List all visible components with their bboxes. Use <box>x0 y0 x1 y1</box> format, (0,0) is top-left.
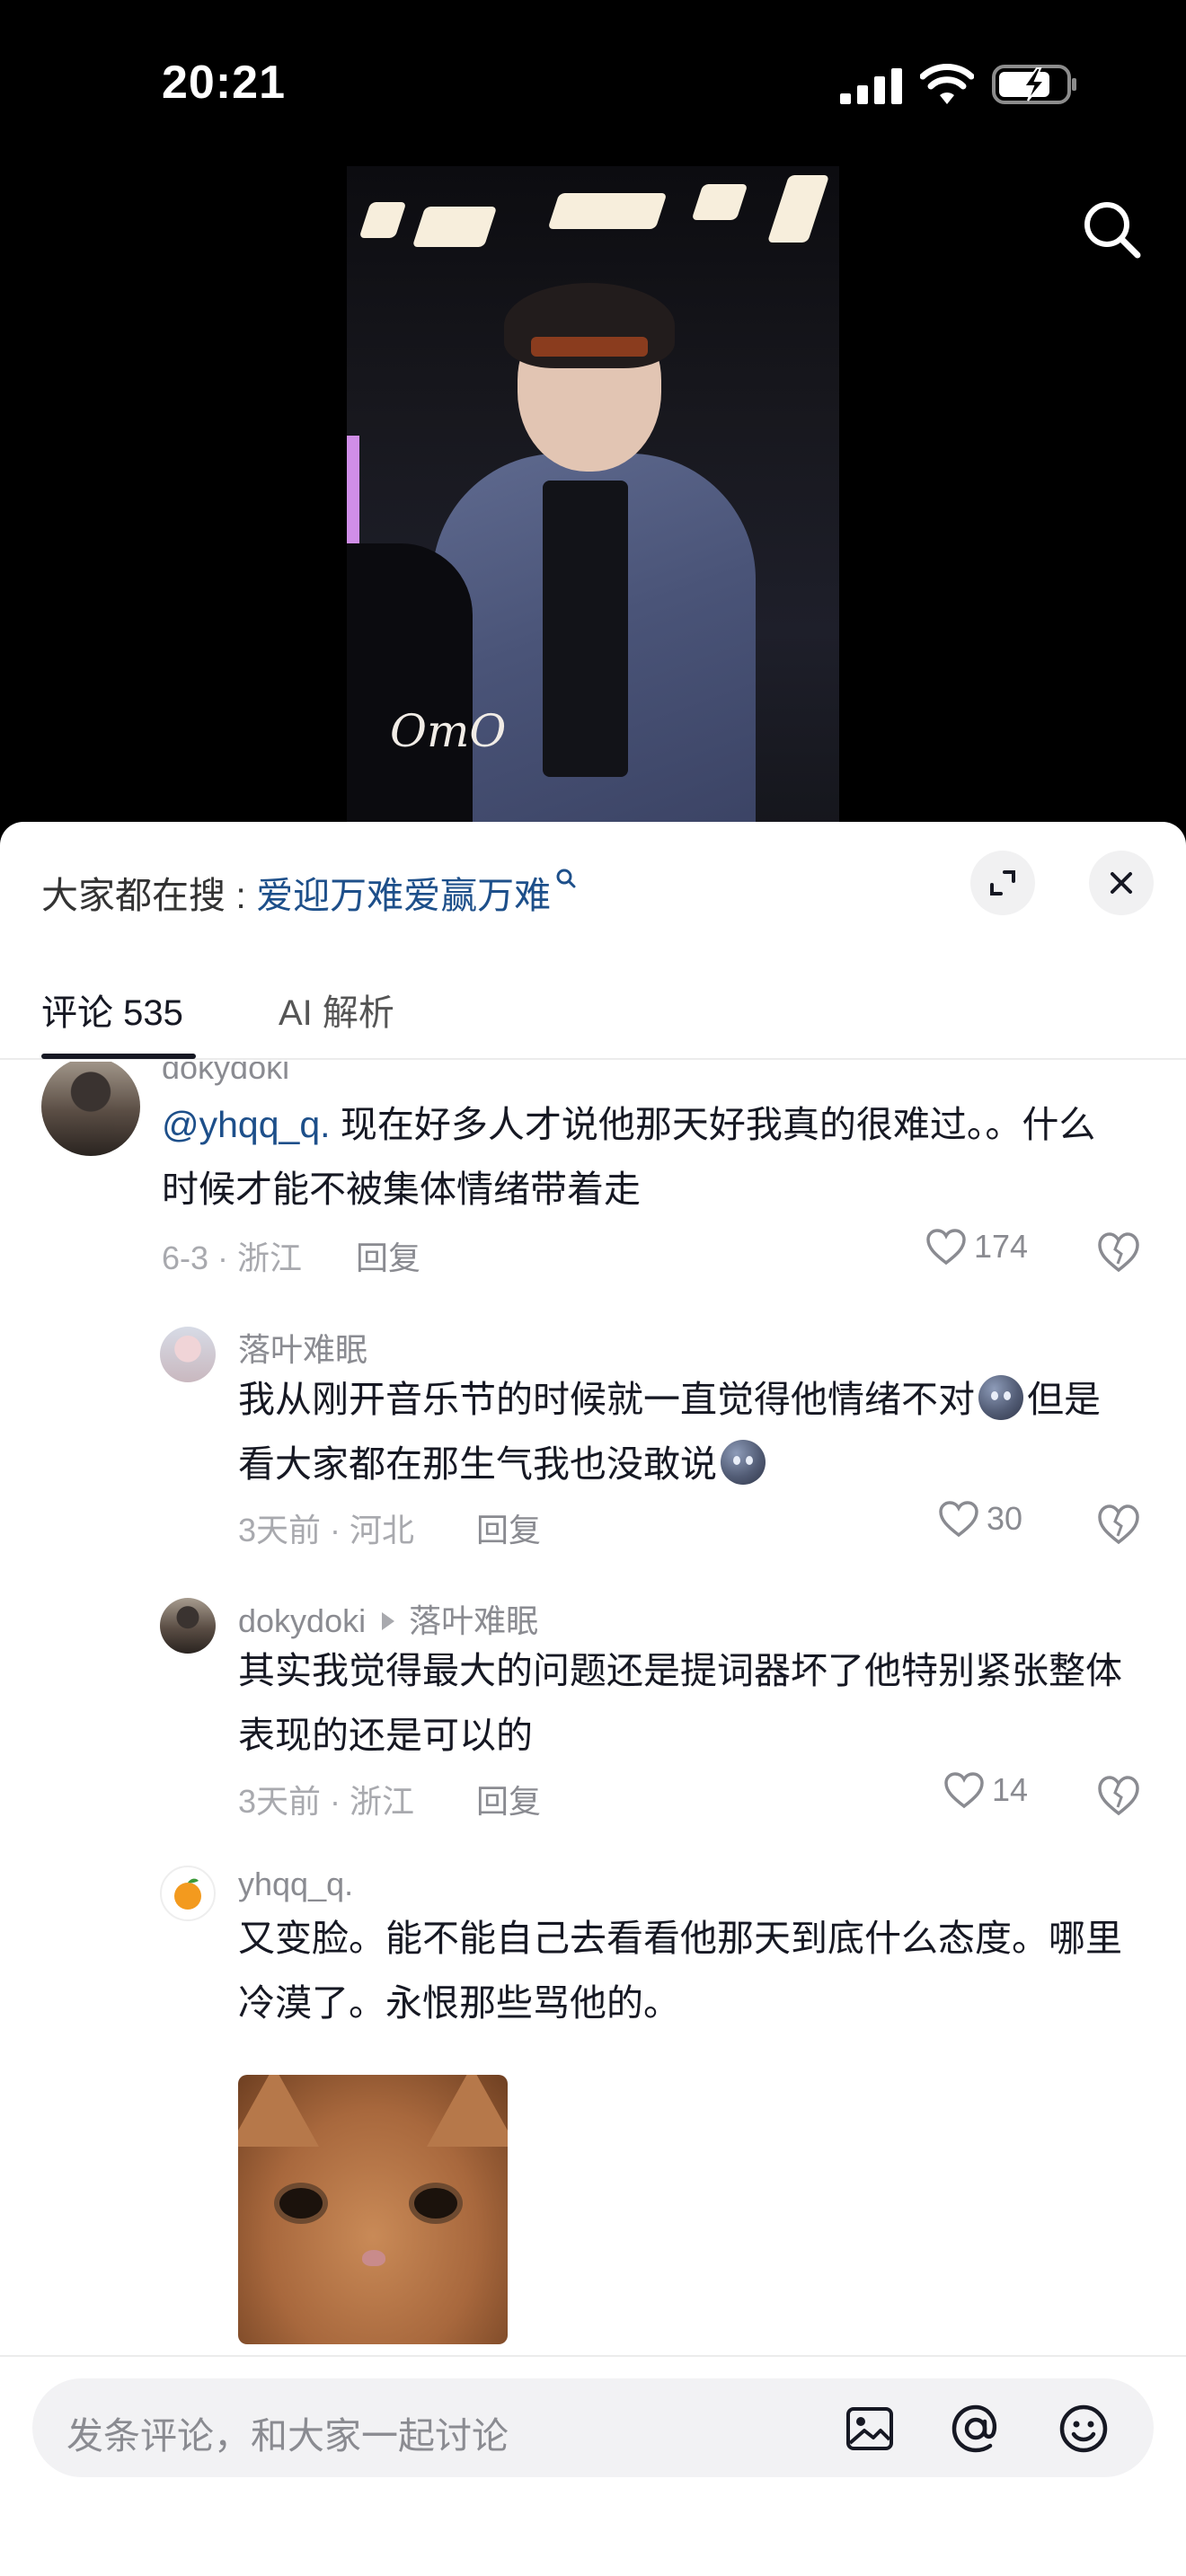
orange-avatar-icon <box>174 1878 201 1910</box>
cat-nose <box>362 2250 385 2266</box>
cat-ear <box>238 2075 319 2147</box>
active-tab-indicator <box>41 1054 196 1059</box>
status-bar: 20:21 <box>0 0 1186 171</box>
mention-at-icon[interactable] <box>949 2402 1003 2456</box>
comment-input-bar: 发条评论，和大家一起讨论 <box>0 2355 1186 2576</box>
cat-eye <box>409 2183 463 2224</box>
reply-item: yhqq_q. 又变脸。能不能自己去看看他那天到底什么态度。哪里冷漠了。永恨那些… <box>0 1062 1186 2355</box>
comment-input-placeholder: 发条评论，和大家一起讨论 <box>66 2415 509 2457</box>
battery-charging-icon <box>992 65 1076 104</box>
performer-shirt <box>543 481 628 777</box>
close-icon <box>1111 872 1132 894</box>
trending-label: 大家都在搜 : <box>41 875 257 916</box>
stage-light <box>412 207 498 247</box>
expand-button[interactable] <box>970 851 1035 915</box>
video-watermark: OmO <box>390 705 507 757</box>
stage-light <box>547 193 668 229</box>
wifi-icon <box>920 64 974 104</box>
cat-eye <box>274 2183 328 2224</box>
comment-username[interactable]: yhqq_q. <box>238 1866 353 1903</box>
cat-ear <box>427 2075 508 2147</box>
emoji-icon[interactable] <box>1057 2402 1111 2456</box>
image-picker-icon[interactable] <box>843 2402 897 2456</box>
avatar[interactable] <box>160 1866 216 1921</box>
search-icon <box>556 869 576 888</box>
search-icon[interactable] <box>1076 194 1148 266</box>
trending-search[interactable]: 大家都在搜 : 爱迎万难爱赢万难 <box>41 865 578 919</box>
comment-input[interactable]: 发条评论，和大家一起讨论 <box>32 2378 1154 2477</box>
cellular-signal-icon <box>840 68 902 104</box>
comment-list: dokydoki @yhqq_q. 现在好多人才说他那天好我真的很难过。。什么时… <box>0 1062 1186 2355</box>
tab-ai-analysis[interactable]: AI 解析 <box>279 984 394 1036</box>
stage-light <box>358 202 407 238</box>
status-time: 20:21 <box>162 57 286 109</box>
comment-tabs: 评论 535 AI 解析 <box>0 957 1186 1060</box>
foreground-shadow <box>347 543 473 831</box>
close-button[interactable] <box>1089 851 1154 915</box>
comment-text: 又变脸。能不能自己去看看他那天到底什么态度。哪里冷漠了。永恨那些骂他的。 <box>238 1918 1122 2024</box>
comment-image[interactable] <box>238 2075 508 2344</box>
performer-headband <box>531 337 648 357</box>
comment-sheet: 大家都在搜 : 爱迎万难爱赢万难 评论 535 AI 解析 dokydoki @… <box>0 822 1186 2576</box>
stage-light <box>691 184 748 220</box>
tab-comments[interactable]: 评论 535 <box>41 984 183 1036</box>
video-player[interactable]: OmO <box>347 166 839 831</box>
trending-term[interactable]: 爱迎万难爱赢万难 <box>256 875 551 916</box>
expand-icon <box>990 870 1015 895</box>
stage-light <box>766 175 830 243</box>
